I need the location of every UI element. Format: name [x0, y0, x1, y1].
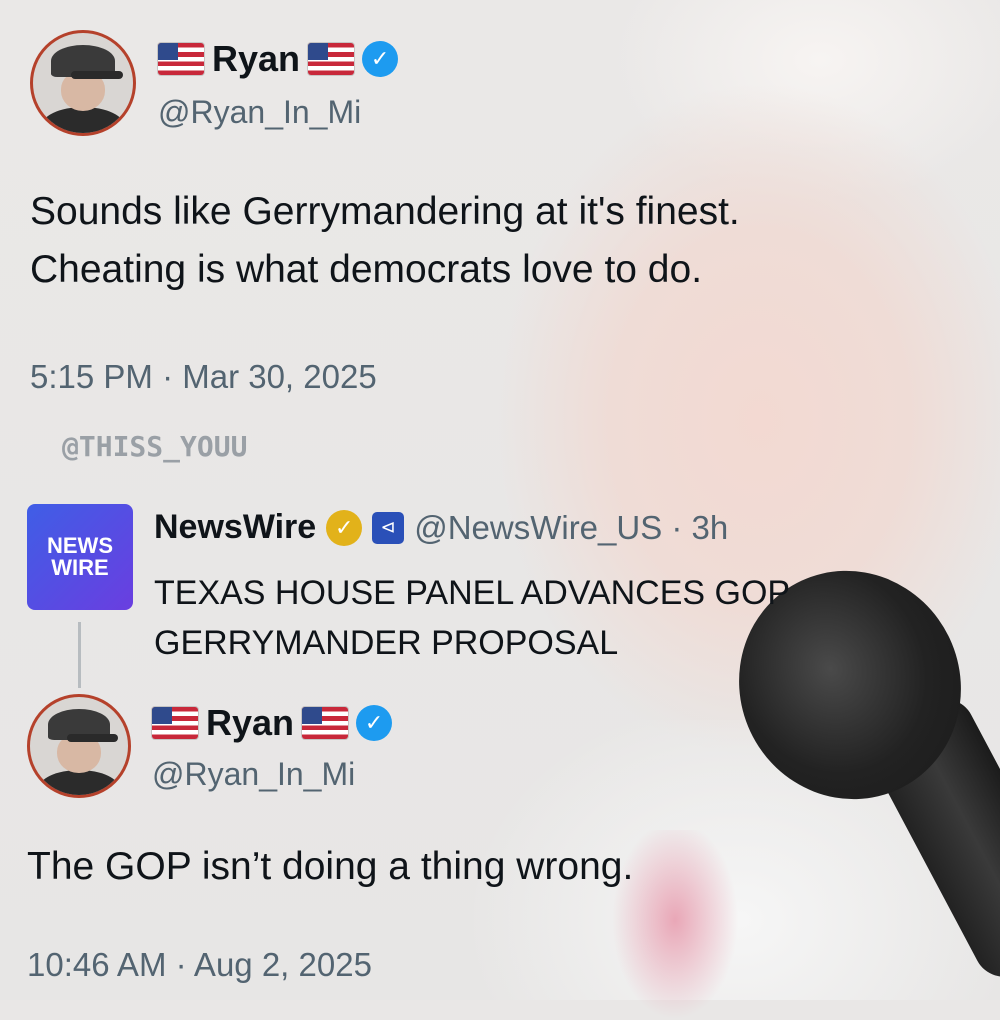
avatar-body	[37, 769, 121, 795]
tweet1-avatar[interactable]	[30, 30, 136, 136]
tweet2-avatar[interactable]	[27, 694, 131, 798]
tweet1-timestamp[interactable]: 5:15 PM · Mar 30, 2025	[30, 358, 377, 396]
news-org-badge-icon: ⊲	[372, 511, 405, 544]
tweet2-name-row[interactable]: Ryan ✓	[152, 702, 393, 744]
newswire-handle-time[interactable]: @NewsWire_US · 3h	[414, 509, 728, 547]
tweet2-handle[interactable]: @Ryan_In_Mi	[152, 756, 355, 793]
newswire-name-row[interactable]: NewsWire ✓ ⊲ @NewsWire_US · 3h	[154, 508, 728, 547]
headline-line2: GERRYMANDER PROPOSAL	[154, 624, 619, 662]
post-composite: Ryan ✓ @Ryan_In_Mi Sounds like Gerrymand…	[0, 0, 1000, 1000]
us-flag-icon	[308, 43, 355, 75]
logo-line2: WIRE	[51, 555, 109, 580]
headline-line1: TEXAS HOUSE PANEL ADVANCES GOP	[154, 574, 791, 612]
tweet1-text-line2: Cheating is what democrats love to do.	[30, 248, 703, 291]
verified-check-icon: ✓	[362, 41, 399, 77]
newswire-headline: TEXAS HOUSE PANEL ADVANCES GOP GERRYMAND…	[154, 568, 790, 668]
watermark: @THISS_YOUU	[62, 430, 248, 463]
verified-check-icon: ✓	[356, 705, 393, 741]
tweet1-name-row[interactable]: Ryan ✓	[158, 38, 399, 80]
avatar-cap-brim	[71, 71, 123, 79]
tweet2-text: The GOP isn’t doing a thing wrong.	[27, 845, 634, 888]
tweet2-timestamp[interactable]: 10:46 AM · Aug 2, 2025	[27, 946, 372, 984]
tweet1-display-name[interactable]: Ryan	[212, 38, 300, 80]
us-flag-icon	[158, 43, 204, 75]
avatar-body	[41, 107, 125, 133]
newswire-logo[interactable]: NEWS WIRE	[27, 504, 133, 610]
logo-line1: NEWS	[47, 533, 113, 558]
newswire-display-name[interactable]: NewsWire	[154, 508, 316, 547]
gold-verified-icon: ✓	[326, 509, 363, 546]
tweet1-text-line1: Sounds like Gerrymandering at it's fines…	[30, 190, 740, 233]
thread-connector-line	[78, 622, 81, 688]
tweet1-handle[interactable]: @Ryan_In_Mi	[158, 94, 361, 131]
avatar-cap-brim	[67, 734, 119, 743]
us-flag-icon	[302, 707, 349, 739]
tweet2-display-name[interactable]: Ryan	[206, 702, 294, 744]
us-flag-icon	[152, 707, 198, 739]
